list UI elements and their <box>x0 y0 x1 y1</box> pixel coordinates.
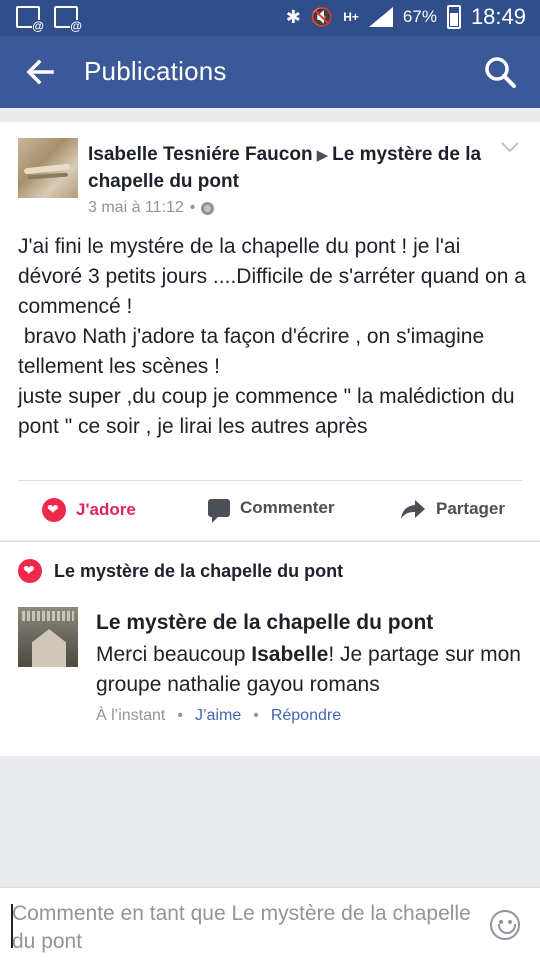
reply-link[interactable]: Répondre <box>271 707 341 725</box>
share-label: Partager <box>436 499 505 518</box>
post-meta: 3 mai à 11:12 • <box>88 199 215 217</box>
status-bar: ✱ 🔇 H+ 67% 18:49 <box>0 0 540 36</box>
heart-icon <box>18 559 42 583</box>
clock: 18:49 <box>470 4 526 29</box>
author-avatar[interactable] <box>18 138 78 198</box>
divider <box>18 480 522 481</box>
reaction-summary[interactable]: Le mystère de la chapelle du pont <box>18 559 343 583</box>
meta-separator: • <box>177 707 183 724</box>
comments-section: Le mystère de la chapelle du pont Le mys… <box>0 541 540 756</box>
email-notification-icon <box>54 6 82 32</box>
commenter-avatar[interactable] <box>18 607 78 667</box>
heart-icon <box>42 498 66 522</box>
post-actions: J'adore Commenter Partager <box>0 492 540 532</box>
post-card: Isabelle Tesniére Faucon ▶ Le mystère de l… <box>0 122 540 540</box>
signal-icon <box>368 7 393 27</box>
reaction-by: Le mystère de la chapelle du pont <box>54 560 344 581</box>
comment-input[interactable]: Commente en tant que Le mystère de la ch… <box>12 900 472 956</box>
comment-author[interactable]: Le mystère de la chapelle du pont <box>96 611 433 635</box>
battery-percent: 67% <box>402 7 437 26</box>
chevron-down-icon[interactable] <box>500 140 520 154</box>
page-title: Publications <box>84 56 227 86</box>
comment-icon <box>208 499 230 523</box>
comment-label: Commenter <box>240 498 335 517</box>
globe-icon <box>201 201 215 215</box>
battery-charging-icon <box>446 5 461 29</box>
share-arrow-icon <box>401 500 425 519</box>
comment-composer: Commente en tant que Le mystère de la ch… <box>0 887 540 960</box>
comment-time: À l’instant <box>96 707 166 724</box>
author-name[interactable]: Isabelle Tesniére Faucon <box>88 144 313 165</box>
back-arrow-icon[interactable] <box>22 54 58 90</box>
post-timestamp[interactable]: 3 mai à 11:12 <box>88 199 184 217</box>
post-body: J'ai fini le mystére de la chapelle du p… <box>18 235 526 438</box>
comment-text-part: Merci beaucoup <box>96 643 252 666</box>
email-notification-icon <box>16 6 44 32</box>
play-arrow-icon: ▶ <box>316 147 329 164</box>
mute-icon: 🔇 <box>310 6 334 27</box>
app-bar: Publications <box>0 36 540 108</box>
comment-mention[interactable]: Isabelle <box>251 643 328 666</box>
search-icon[interactable] <box>482 54 518 90</box>
emoji-icon[interactable] <box>490 910 520 940</box>
love-button[interactable]: J'adore <box>42 498 136 522</box>
meta-separator: • <box>189 199 196 216</box>
meta-separator: • <box>253 707 259 724</box>
share-button[interactable]: Partager <box>400 498 505 520</box>
network-type-label: H+ <box>343 9 359 24</box>
like-comment-link[interactable]: J’aime <box>195 707 241 725</box>
post-header: Isabelle Tesniére Faucon ▶ Le mystère de l… <box>88 142 488 195</box>
divider <box>0 541 540 542</box>
comment-button[interactable]: Commenter <box>208 498 335 523</box>
bluetooth-icon: ✱ <box>285 6 301 27</box>
love-label: J'adore <box>76 500 136 519</box>
comment-text: Merci beaucoup Isabelle! Je partage sur … <box>96 640 526 700</box>
comment-meta: À l’instant • J’aime • Répondre <box>96 707 341 725</box>
